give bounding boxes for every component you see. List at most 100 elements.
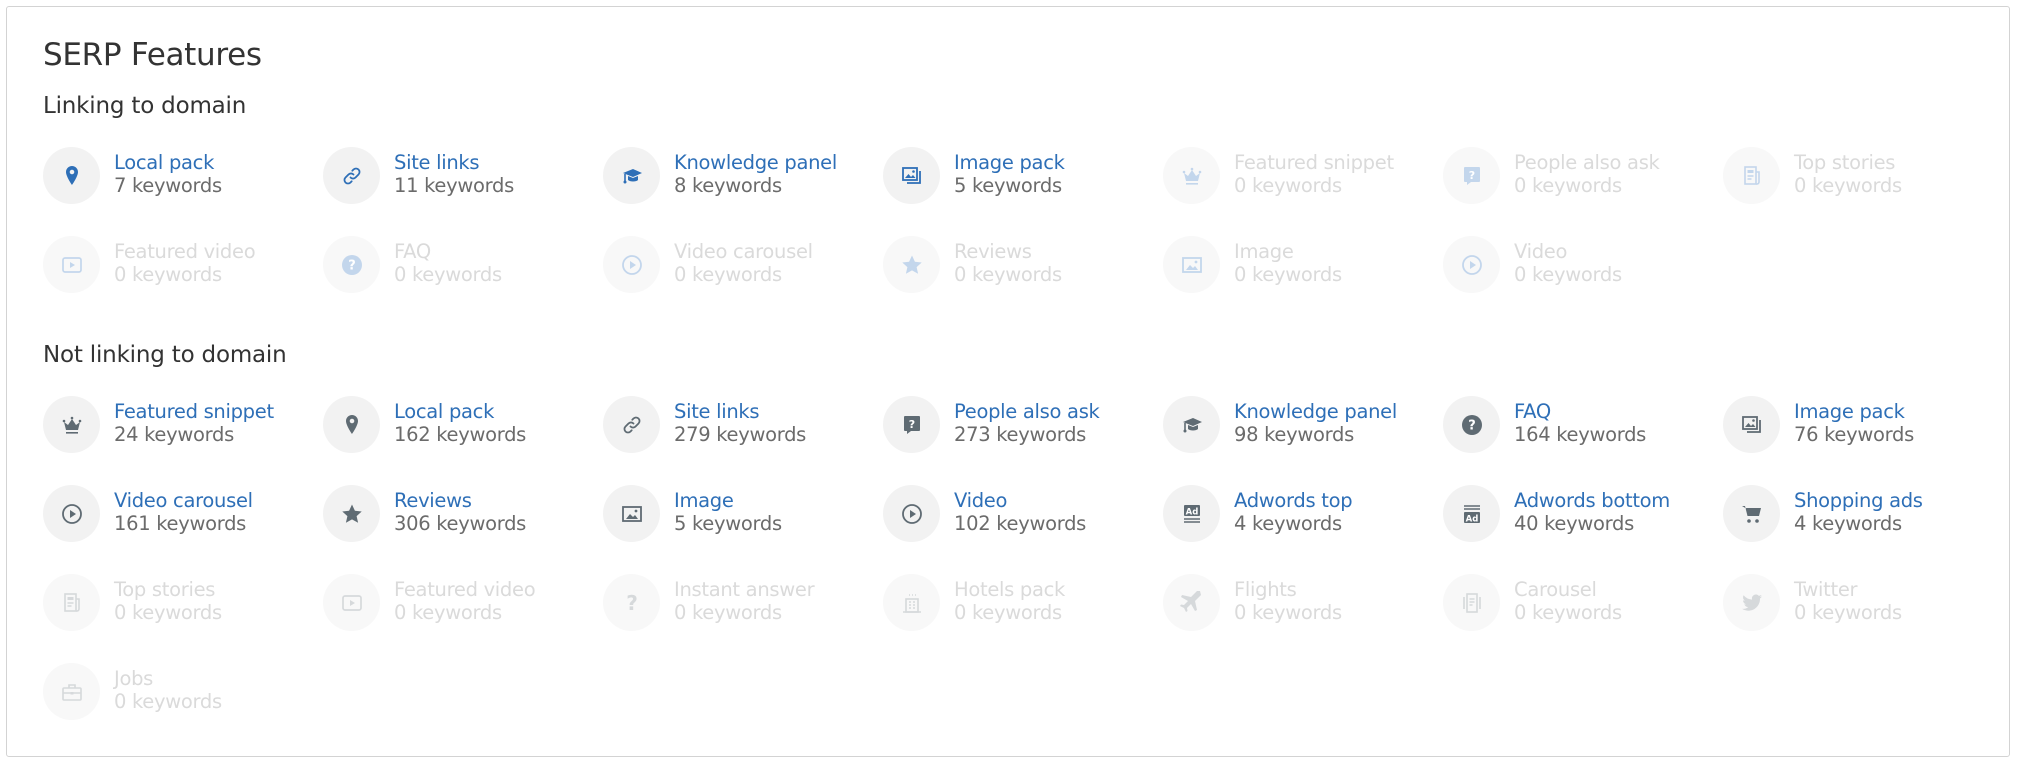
feature-keyword-count: 162 keywords xyxy=(394,423,527,446)
serp-feature-reviews[interactable]: Reviews 306 keywords xyxy=(323,485,593,543)
feature-keyword-count: 161 keywords xyxy=(114,512,247,535)
feature-name-link: Featured snippet xyxy=(1234,151,1394,174)
question-mark-icon: ? xyxy=(626,591,638,615)
feature-keyword-count: 0 keywords xyxy=(1234,601,1342,624)
feature-name-link[interactable]: Site links xyxy=(394,151,480,174)
twitter-icon xyxy=(1741,593,1762,611)
serp-feature-carousel: Carousel 0 keywords xyxy=(1443,574,1713,632)
feature-keyword-count: 0 keywords xyxy=(1794,174,1902,197)
feature-name-link[interactable]: Knowledge panel xyxy=(674,151,837,174)
feature-icon-badge: ? xyxy=(323,236,380,293)
feature-keyword-count: 0 keywords xyxy=(1234,263,1342,286)
star-icon xyxy=(901,255,922,274)
feature-name-link[interactable]: Site links xyxy=(674,400,760,423)
feature-name-link[interactable]: Adwords top xyxy=(1234,489,1353,512)
serp-feature-knowledge-panel[interactable]: Knowledge panel 98 keywords xyxy=(1163,396,1433,454)
feature-keyword-count: 0 keywords xyxy=(114,263,222,286)
feature-name-link[interactable]: People also ask xyxy=(954,400,1100,423)
feature-keyword-count: 0 keywords xyxy=(954,263,1062,286)
carousel-icon xyxy=(1462,592,1481,613)
serp-feature-local-pack[interactable]: Local pack 162 keywords xyxy=(323,396,593,454)
feature-keyword-count: 5 keywords xyxy=(674,512,782,535)
image-icon xyxy=(621,505,642,522)
play-circle-icon xyxy=(901,503,922,524)
feature-keyword-count: 279 keywords xyxy=(674,423,807,446)
serp-feature-image-pack[interactable]: Image pack 5 keywords xyxy=(883,147,1153,205)
serp-feature-site-links[interactable]: Site links 11 keywords xyxy=(323,147,593,205)
feature-icon-badge xyxy=(43,663,100,720)
feature-name-link[interactable]: Video carousel xyxy=(114,489,253,512)
crown-icon xyxy=(62,416,81,434)
feature-icon-badge xyxy=(43,147,100,204)
feature-keyword-count: 0 keywords xyxy=(1514,601,1622,624)
feature-name-link: Reviews xyxy=(954,240,1032,263)
feature-icon-badge xyxy=(43,396,100,453)
feature-keyword-count: 5 keywords xyxy=(954,174,1062,197)
feature-name-link[interactable]: Shopping ads xyxy=(1794,489,1923,512)
image-pack-icon xyxy=(1741,415,1761,433)
feature-name-link[interactable]: Local pack xyxy=(394,400,494,423)
feature-name-link[interactable]: Image xyxy=(674,489,734,512)
link-icon xyxy=(343,167,360,184)
feature-name-link: People also ask xyxy=(1514,151,1660,174)
feature-name-link[interactable]: Image pack xyxy=(954,151,1065,174)
feature-name-link[interactable]: Adwords bottom xyxy=(1514,489,1670,512)
serp-feature-adwords-bottom[interactable]: Ad Adwords bottom 40 keywords xyxy=(1443,485,1713,543)
serp-feature-people-also-ask[interactable]: ? People also ask 273 keywords xyxy=(883,396,1153,454)
feature-name-link[interactable]: FAQ xyxy=(1514,400,1551,423)
serp-feature-video-carousel[interactable]: Video carousel 161 keywords xyxy=(43,485,313,543)
svg-text:?: ? xyxy=(626,591,638,615)
feature-icon-badge xyxy=(1723,574,1780,631)
feature-icon-badge xyxy=(1723,485,1780,542)
feature-name-link[interactable]: Knowledge panel xyxy=(1234,400,1397,423)
feature-icon-badge xyxy=(883,147,940,204)
serp-feature-featured-snippet[interactable]: Featured snippet 24 keywords xyxy=(43,396,313,454)
feature-name-link[interactable]: Featured snippet xyxy=(114,400,274,423)
crown-icon xyxy=(1182,167,1201,185)
graduation-cap-icon xyxy=(622,168,642,183)
graduation-cap-icon xyxy=(1182,417,1202,432)
play-circle-icon xyxy=(1461,254,1482,275)
feature-icon-badge: Ad xyxy=(1163,485,1220,542)
feature-icon-badge xyxy=(323,574,380,631)
feature-name-link[interactable]: Video xyxy=(954,489,1007,512)
serp-feature-reviews: Reviews 0 keywords xyxy=(883,236,1153,294)
feature-icon-badge xyxy=(1163,236,1220,293)
svg-text:?: ? xyxy=(348,258,356,273)
feature-keyword-count: 0 keywords xyxy=(114,690,222,713)
feature-icon-badge xyxy=(603,236,660,293)
serp-feature-knowledge-panel[interactable]: Knowledge panel 8 keywords xyxy=(603,147,873,205)
feature-icon-badge xyxy=(883,574,940,631)
serp-feature-site-links[interactable]: Site links 279 keywords xyxy=(603,396,873,454)
link-icon xyxy=(623,416,640,433)
feature-icon-badge xyxy=(883,236,940,293)
feature-name-link[interactable]: Local pack xyxy=(114,151,214,174)
question-circle-icon: ? xyxy=(1461,414,1482,435)
video-frame-icon xyxy=(341,594,362,611)
serp-feature-shopping-ads[interactable]: Shopping ads 4 keywords xyxy=(1723,485,1993,543)
page-title: SERP Features xyxy=(43,37,262,73)
feature-name-link: Flights xyxy=(1234,578,1297,601)
feature-icon-badge xyxy=(1723,396,1780,453)
serp-feature-hotels-pack: Hotels pack 0 keywords xyxy=(883,574,1153,632)
serp-feature-featured-video: Featured video 0 keywords xyxy=(323,574,593,632)
feature-icon-badge xyxy=(43,236,100,293)
feature-keyword-count: 0 keywords xyxy=(954,601,1062,624)
feature-icon-badge xyxy=(1443,574,1500,631)
feature-keyword-count: 164 keywords xyxy=(1514,423,1647,446)
serp-feature-local-pack[interactable]: Local pack 7 keywords xyxy=(43,147,313,205)
feature-icon-badge: Ad xyxy=(1443,485,1500,542)
serp-feature-video[interactable]: Video 102 keywords xyxy=(883,485,1153,543)
feature-name-link: Twitter xyxy=(1794,578,1858,601)
serp-feature-image[interactable]: Image 5 keywords xyxy=(603,485,873,543)
feature-name-link[interactable]: Image pack xyxy=(1794,400,1905,423)
feature-icon-badge: ? xyxy=(883,396,940,453)
feature-keyword-count: 273 keywords xyxy=(954,423,1087,446)
feature-name-link: Image xyxy=(1234,240,1294,263)
serp-feature-adwords-top[interactable]: Ad Adwords top 4 keywords xyxy=(1163,485,1433,543)
serp-feature-image-pack[interactable]: Image pack 76 keywords xyxy=(1723,396,1993,454)
serp-feature-faq[interactable]: ? FAQ 164 keywords xyxy=(1443,396,1713,454)
briefcase-icon xyxy=(61,683,82,701)
feature-name-link: Jobs xyxy=(114,667,154,690)
feature-name-link[interactable]: Reviews xyxy=(394,489,472,512)
